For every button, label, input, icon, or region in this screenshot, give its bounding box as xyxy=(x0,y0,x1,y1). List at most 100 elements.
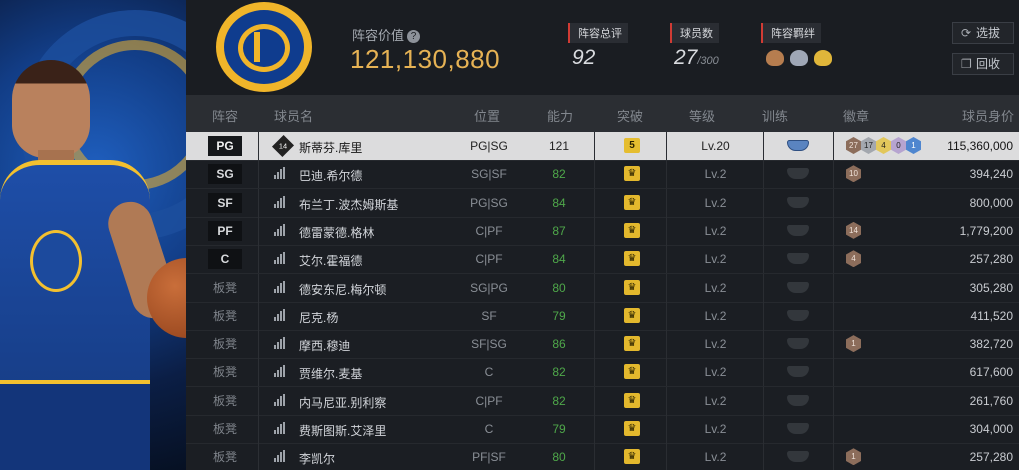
table-row[interactable]: C 艾尔.霍福德 C|PF 84 ♛ Lv.2 4 257,280 xyxy=(186,245,1019,274)
player-name[interactable]: 巴迪.希尔德 xyxy=(299,167,362,184)
player-position: C|PF xyxy=(475,252,503,267)
lineup-slot: PF xyxy=(208,220,242,241)
player-name[interactable]: 布兰丁.波杰姆斯基 xyxy=(299,196,398,213)
player-level: Lv.2 xyxy=(704,195,727,210)
row-divider xyxy=(258,160,259,189)
player-name[interactable]: 李凯尔 xyxy=(299,450,335,467)
training-icon[interactable] xyxy=(787,140,809,151)
crown-icon[interactable]: ♛ xyxy=(624,364,640,380)
player-name[interactable]: 德雷蒙德.格林 xyxy=(299,224,374,241)
table-row[interactable]: 板凳 德安东尼.梅尔顿 SG|PG 80 ♛ Lv.2 305,280 xyxy=(186,273,1019,302)
crown-icon[interactable]: ♛ xyxy=(624,307,640,323)
table-row[interactable]: PF 德雷蒙德.格林 C|PF 87 ♛ Lv.2 14 1,779,200 xyxy=(186,216,1019,245)
player-count-max: /300 xyxy=(697,55,719,67)
badge-icon[interactable]: 14 xyxy=(846,221,861,239)
breakthrough-cell: ♛ xyxy=(594,301,666,330)
player-name[interactable]: 贾维尔.麦基 xyxy=(299,365,362,382)
badge-icon[interactable]: 4 xyxy=(876,137,891,154)
training-icon[interactable] xyxy=(787,423,809,434)
training-icon[interactable] xyxy=(787,253,809,265)
player-salary: 800,000 xyxy=(969,195,1013,210)
training-icon[interactable] xyxy=(787,281,809,293)
table-header: 阵容 球员名 位置 能力 突破 等级 训练 徽章 球员身价 xyxy=(186,95,1019,132)
player-name[interactable]: 尼克.杨 xyxy=(299,309,338,326)
col-lineup[interactable]: 阵容 xyxy=(212,106,238,125)
badge-icon[interactable]: 4 xyxy=(846,250,861,268)
table-row[interactable]: PG 14 斯蒂芬.库里 PG|SG 121 5 Lv.20 27 17 4 0 1 115,360,0… xyxy=(186,132,1019,160)
badge-icon[interactable]: 10 xyxy=(846,165,861,183)
badge-icon[interactable]: 27 xyxy=(846,137,861,154)
player-name[interactable]: 德安东尼.梅尔顿 xyxy=(299,281,386,298)
col-breakthrough[interactable]: 突破 xyxy=(617,106,643,125)
col-player-name[interactable]: 球员名 xyxy=(274,106,313,125)
crown-icon[interactable]: ♛ xyxy=(624,251,640,267)
player-name[interactable]: 摩西.穆迪 xyxy=(299,337,350,354)
table-row[interactable]: 板凳 摩西.穆迪 SF|SG 86 ♛ Lv.2 1 382,720 xyxy=(186,330,1019,359)
lineup-slot: PG xyxy=(208,136,242,156)
table-row[interactable]: SF 布兰丁.波杰姆斯基 PG|SG 84 ♛ Lv.2 800,000 xyxy=(186,188,1019,217)
crown-icon[interactable]: ♛ xyxy=(624,449,640,465)
filter-button[interactable]: ⟳ 选拔 xyxy=(952,22,1014,44)
table-row[interactable]: 板凳 内马尼亚.别利察 C|PF 82 ♛ Lv.2 261,760 xyxy=(186,386,1019,415)
player-level: Lv.2 xyxy=(704,167,727,182)
player-salary: 617,600 xyxy=(969,365,1013,380)
col-training[interactable]: 训练 xyxy=(762,106,788,125)
col-salary[interactable]: 球员身价 xyxy=(962,106,1014,125)
crown-icon[interactable]: ♛ xyxy=(624,421,640,436)
recycle-button[interactable]: ❐ 回收 xyxy=(952,53,1014,75)
col-badges[interactable]: 徽章 xyxy=(843,106,869,125)
table-row[interactable]: 板凳 李凯尔 PF|SF 80 ♛ Lv.2 1 257,280 xyxy=(186,443,1019,470)
question-icon[interactable]: ? xyxy=(407,30,421,43)
training-icon[interactable] xyxy=(787,338,809,350)
crown-icon[interactable]: ♛ xyxy=(624,279,640,295)
badge-icon[interactable]: 1 xyxy=(846,448,861,466)
training-icon[interactable] xyxy=(787,394,809,406)
signal-bars-icon xyxy=(274,280,288,293)
crown-icon[interactable]: ♛ xyxy=(624,194,640,210)
training-icon[interactable] xyxy=(787,196,809,208)
training-icon[interactable] xyxy=(787,366,809,378)
breakthrough-cell: ♛ xyxy=(594,443,666,470)
player-salary: 304,000 xyxy=(969,422,1013,436)
player-salary: 261,760 xyxy=(969,393,1013,408)
training-icon[interactable] xyxy=(787,168,809,180)
training-icon[interactable] xyxy=(787,451,809,463)
bond-three-person-icon[interactable] xyxy=(790,50,808,66)
crown-icon[interactable]: ♛ xyxy=(624,336,640,352)
col-level[interactable]: 等级 xyxy=(689,106,715,125)
player-name[interactable]: 艾尔.霍福德 xyxy=(299,252,362,269)
table-row[interactable]: 板凳 费斯图斯.艾泽里 C 79 ♛ Lv.2 304,000 xyxy=(186,415,1019,443)
crown-icon[interactable]: ♛ xyxy=(624,392,640,408)
signal-bars-icon xyxy=(274,195,288,208)
badge-icon[interactable]: 0 xyxy=(891,137,906,154)
table-row[interactable]: 板凳 贾维尔.麦基 C 82 ♛ Lv.2 617,600 xyxy=(186,358,1019,387)
training-cell xyxy=(763,386,833,415)
player-position: SF|SG xyxy=(471,337,507,352)
training-cell xyxy=(763,245,833,274)
player-name[interactable]: 内马尼亚.别利察 xyxy=(299,394,386,411)
table-row[interactable]: SG 巴迪.希尔德 SG|SF 82 ♛ Lv.2 10 394,240 xyxy=(186,160,1019,189)
signal-bars-icon xyxy=(274,337,288,350)
row-divider xyxy=(258,301,259,330)
breakthrough-level[interactable]: 5 xyxy=(624,138,640,153)
bond-two-person-icon[interactable] xyxy=(766,50,784,66)
bond-group-icon[interactable] xyxy=(814,50,832,66)
badge-icon[interactable]: 17 xyxy=(861,137,876,154)
crown-icon[interactable]: ♛ xyxy=(624,166,640,182)
lineup-slot: SF xyxy=(208,192,242,213)
crown-icon[interactable]: ♛ xyxy=(624,222,640,238)
col-position[interactable]: 位置 xyxy=(474,106,500,125)
team-logo-bridge xyxy=(254,32,260,62)
badge-icon[interactable]: 1 xyxy=(846,335,861,353)
player-name[interactable]: 斯蒂芬.库里 xyxy=(299,139,362,156)
badges-cell: 1 xyxy=(833,443,907,470)
player-level: Lv.2 xyxy=(704,450,727,465)
table-row[interactable]: 板凳 尼克.杨 SF 79 ♛ Lv.2 411,520 xyxy=(186,301,1019,330)
col-ability[interactable]: 能力 xyxy=(547,106,573,125)
badges-cell: 27 17 4 0 1 xyxy=(833,132,921,160)
training-icon[interactable] xyxy=(787,224,809,236)
training-icon[interactable] xyxy=(787,309,809,321)
refresh-icon: ⟳ xyxy=(961,26,972,40)
badge-icon[interactable]: 1 xyxy=(906,137,921,154)
player-name[interactable]: 费斯图斯.艾泽里 xyxy=(299,422,386,439)
